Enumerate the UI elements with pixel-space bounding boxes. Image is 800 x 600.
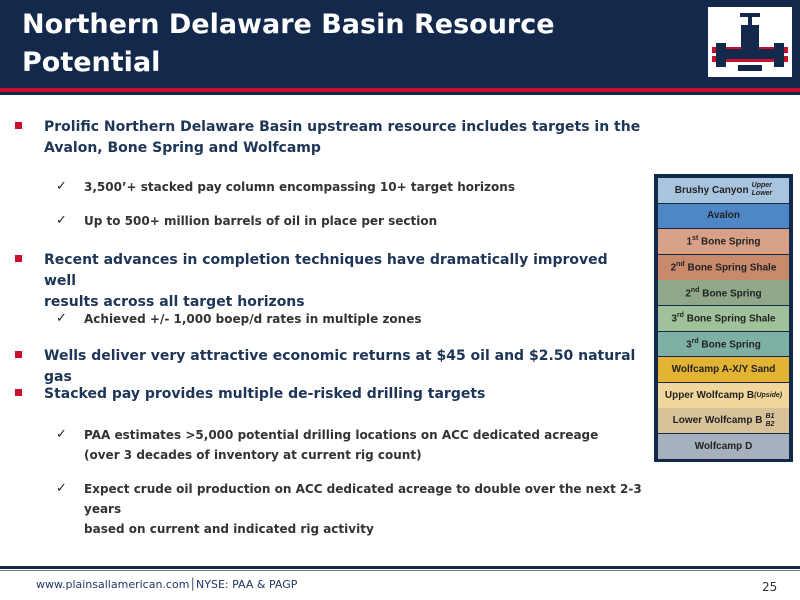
bullet-item: Recent advances in completion techniques… [15,250,644,313]
check-icon: ✓ [56,311,67,326]
strat-layer-label: Brushy Canyon [675,185,749,196]
strat-layer-label: 1st Bone Spring [686,235,760,247]
bullet-text-line: Prolific Northern Delaware Basin upstrea… [44,119,641,135]
bullet-square-icon [15,351,22,358]
strat-name: Upper Wolfcamp B [664,389,755,401]
strat-sub-unit-top: B1 [765,412,775,420]
strat-layer-label: Wolfcamp D [695,441,753,452]
strat-name: Avalon [707,210,740,222]
strat-layer-label: Wolfcamp A-X/Y Sand [672,364,776,375]
bullet-text-line: Avalon, Bone Spring and Wolfcamp [44,140,321,156]
strat-layer: Wolfcamp A-X/Y Sand [658,357,789,382]
strat-sub-unit-bottom: B2 [765,420,775,428]
sub-bullet-item: ✓ 3,500’+ stacked pay column encompassing… [56,177,674,197]
strat-layer-label: 2nd Bone Spring [685,287,761,299]
strat-layer-label: 3rd Bone Spring [686,338,761,350]
bullet-text-line: Stacked pay provides multiple de-risked … [44,386,486,402]
bullet-square-icon [15,122,22,129]
strat-name: Wolfcamp D [694,440,753,452]
sub-bullet-text-line: Achieved +/- 1,000 boep/d rates in multi… [84,312,422,326]
strat-layer-label: 3rd Bone Spring Shale [671,312,775,324]
footer-website: www.plainsallamerican.com│NYSE: PAA & PA… [36,578,298,591]
check-icon: ✓ [56,481,67,496]
strat-name: Wolfcamp A-X/Y Sand [671,364,776,376]
sub-bullet-item: ✓ Achieved +/- 1,000 boep/d rates in mult… [56,309,674,329]
strat-layer: Lower Wolfcamp B B1 B2 [658,408,789,434]
strat-layer: Brushy Canyon Upper Lower [658,178,789,203]
bullet-item: Stacked pay provides multiple de-risked … [15,384,644,405]
sub-bullet-item: ✓ PAA estimates >5,000 potential drilling… [56,425,674,465]
strat-layer: Upper Wolfcamp B (Upside) [658,382,789,408]
bullet-text-line: Wells deliver very attractive economic r… [44,348,636,385]
strat-layer: 3rd Bone Spring [658,331,789,357]
bullet-text-line: Recent advances in completion techniques… [44,252,608,289]
sub-bullet-item: ✓ Expect crude oil production on ACC dedi… [56,479,674,539]
strat-name: Bone Spring [698,339,761,351]
strat-layer: 3rd Bone Spring Shale [658,306,789,331]
check-icon: ✓ [56,179,67,194]
bullet-square-icon [15,389,22,396]
strat-ordinal-suffix: rd [676,312,684,320]
check-icon: ✓ [56,427,67,442]
strat-ordinal-suffix: nd [676,261,685,269]
strat-name: Bone Spring Shale [684,262,777,274]
strat-ordinal-suffix: rd [691,337,699,345]
strat-layer: 2nd Bone Spring Shale [658,254,789,280]
strat-name: Bone Spring Shale [683,313,776,325]
strat-name: Brushy Canyon [674,184,749,196]
footer-divider-thin [0,570,800,571]
strat-layer-label: Upper Wolfcamp B [665,390,754,401]
strat-sub-units: Upper Lower [752,182,773,198]
sub-bullet-text-line: Expect crude oil production on ACC dedic… [84,482,642,516]
strat-layer: 2nd Bone Spring [658,280,789,306]
check-icon: ✓ [56,213,67,228]
strat-name: Bone Spring [699,287,762,299]
strat-upside-note: (Upside) [754,391,783,399]
sub-bullet-text-line: Up to 500+ million barrels of oil in pla… [84,214,438,228]
sub-bullet-text-line: 3,500’+ stacked pay column encompassing … [84,180,515,194]
strat-sub-units: B1 B2 [765,413,774,429]
strat-sub-unit-top: Upper [751,182,772,190]
strat-layer: 1st Bone Spring [658,229,789,254]
strat-layer: Avalon [658,203,789,229]
strat-layer-label: Lower Wolfcamp B [673,415,763,426]
sub-bullet-text-line: (over 3 decades of inventory at current … [84,448,422,462]
bullet-item: Wells deliver very attractive economic r… [15,346,644,388]
stratigraphic-column: Brushy Canyon Upper Lower Avalon 1st Bone Sp… [654,174,793,462]
sub-bullet-text-line: PAA estimates >5,000 potential drilling … [84,428,599,442]
page-number: 25 [762,580,778,594]
strat-layer: Wolfcamp D [658,434,789,459]
strat-layer-label: Avalon [707,210,740,221]
strat-layer-label: 2nd Bone Spring Shale [671,261,777,273]
sub-bullet-text-line: based on current and indicated rig activ… [84,522,374,536]
strat-name: Bone Spring [698,236,761,248]
strat-name: Lower Wolfcamp B [672,415,763,427]
bullet-item: Prolific Northern Delaware Basin upstrea… [15,117,644,159]
sub-bullet-item: ✓ Up to 500+ million barrels of oil in pl… [56,211,674,231]
bullet-square-icon [15,255,22,262]
footer-divider [0,566,800,569]
strat-sub-unit-bottom: Lower [751,190,773,198]
